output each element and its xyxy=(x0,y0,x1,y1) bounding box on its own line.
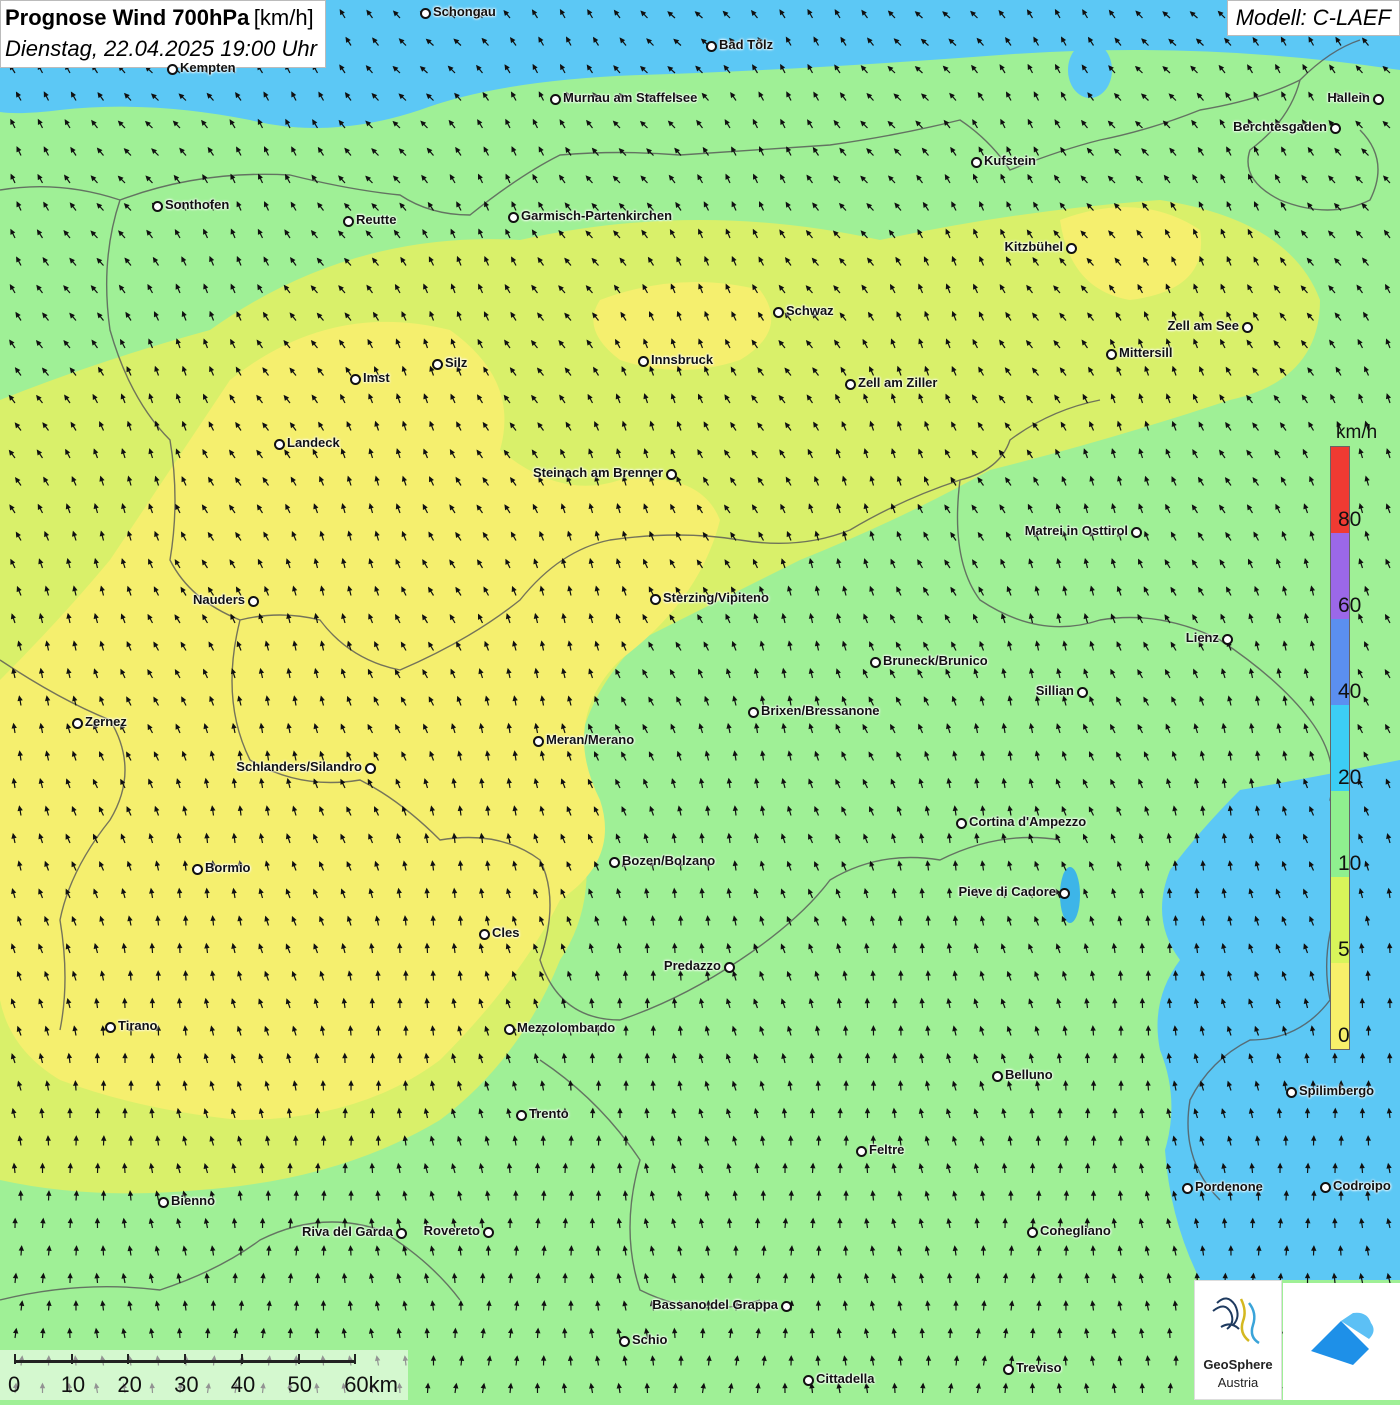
lake xyxy=(1068,42,1112,98)
